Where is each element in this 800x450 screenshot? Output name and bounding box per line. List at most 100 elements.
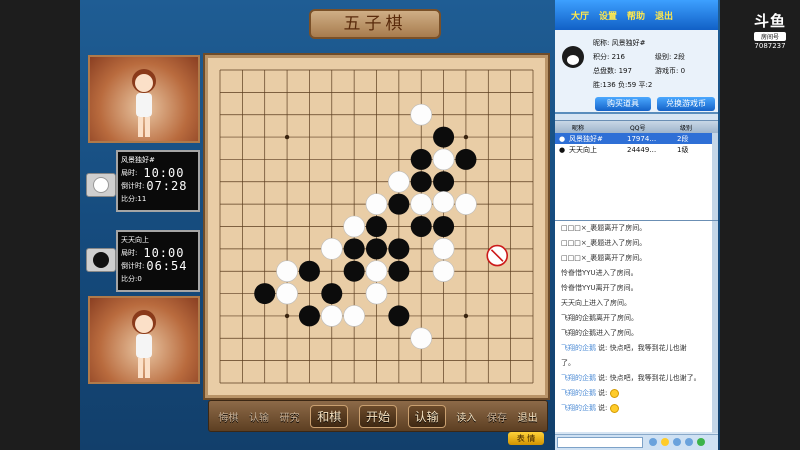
chat-text: 说: (598, 404, 608, 412)
star-point (463, 313, 469, 319)
black-stone (410, 171, 432, 193)
chat-message: 飞翔的企鹅 说: (555, 401, 718, 416)
black-stone (433, 215, 455, 238)
gomoku-board[interactable] (205, 55, 548, 398)
buy-items-button[interactable]: 购买道具 (595, 97, 651, 111)
chat-message: 飞翔的企鹅 说: 快点吧，我等到花儿也谢了。 (555, 371, 718, 386)
resign-button-left[interactable]: 认输 (249, 409, 269, 424)
white-stone (455, 193, 477, 215)
black-stone (388, 260, 410, 282)
exit-button[interactable]: 退出 (518, 409, 538, 424)
player1-countdown-label: 倒计时: (121, 182, 145, 190)
chat-message: □□□×_裹题进入了房间。 (555, 236, 718, 251)
smiley-icon[interactable] (661, 438, 669, 446)
menu-help[interactable]: 帮助 (627, 9, 645, 22)
user-list-scrollbar[interactable] (712, 133, 718, 223)
black-stone (298, 305, 320, 327)
game-title: 五子棋 (309, 9, 441, 39)
black-stone (254, 283, 276, 305)
player1-score: 11 (137, 195, 147, 203)
draw-button[interactable]: 和棋 (310, 404, 349, 428)
start-button[interactable]: 开始 (358, 404, 397, 428)
player1-info: 风景独好# 局时: 10:00 倒计时: 07:28 比分: 11 (116, 150, 200, 212)
chat-scrollbar[interactable] (712, 221, 718, 433)
nick-label: 昵称: (593, 39, 610, 47)
chat-nick[interactable]: 飞翔的企鹅 (561, 404, 596, 412)
black-stone (388, 305, 410, 327)
white-stone (320, 305, 343, 327)
resign-button[interactable]: 认输 (407, 404, 446, 428)
player1-score-label: 比分: (121, 195, 138, 203)
user-row[interactable]: ● 天天向上 24449… 1级 (555, 144, 718, 155)
user-row[interactable]: ● 风景独好# 17974… 2段 (555, 133, 718, 144)
games-value: 197 (618, 67, 632, 75)
user-name: 风景独好# (569, 134, 603, 143)
black-stone (298, 260, 320, 282)
menu-settings[interactable]: 设置 (599, 9, 617, 22)
study-button[interactable]: 研究 (280, 409, 300, 424)
image-icon[interactable] (673, 438, 681, 446)
white-stone (432, 148, 455, 171)
player2-time-label: 局时: (121, 249, 138, 257)
save-button[interactable]: 保存 (487, 409, 507, 424)
draws-value: 2 (647, 81, 653, 89)
player2-countdown: 06:54 (146, 259, 188, 273)
chat-text: 了。 (561, 359, 575, 367)
col-nick[interactable]: 昵称 (569, 123, 627, 132)
chat-text: 飞翔的企鹅离开了房间。 (561, 314, 638, 322)
chat-message: 怜眷惜YYU进入了房间。 (555, 266, 718, 281)
chat-input[interactable] (557, 437, 643, 448)
user-list-header: 昵称 QQ号 级别 (555, 121, 718, 133)
points-value: 216 (611, 53, 625, 61)
black-stone (365, 238, 388, 260)
col-level[interactable]: 级别 (677, 123, 711, 132)
white-stone (320, 238, 343, 260)
level-value: 2段 (673, 53, 686, 61)
white-stone (365, 193, 388, 215)
user-level: 1级 (677, 145, 689, 154)
clear-icon[interactable] (685, 438, 693, 446)
chat-message: □□□×_裹题离开了房间。 (555, 251, 718, 266)
coins-label: 游戏币: (655, 67, 679, 75)
chat-nick[interactable]: 飞翔的企鹅 (561, 374, 596, 382)
chat-text: 说: 快点吧，我等到花儿也谢了。 (598, 374, 701, 382)
col-qq[interactable]: QQ号 (627, 123, 677, 132)
undo-button[interactable]: 悔棋 (218, 409, 238, 424)
load-button[interactable]: 读入 (456, 409, 476, 424)
draws-label: 平: (638, 81, 648, 89)
white-stone (432, 238, 455, 260)
chat-nick[interactable]: 飞翔的企鹅 (561, 344, 596, 352)
send-icon[interactable] (697, 438, 705, 446)
chat-message: 飞翔的企鹅进入了房间。 (555, 326, 718, 341)
player2-countdown-label: 倒计时: (121, 262, 145, 270)
font-icon[interactable] (649, 438, 657, 446)
menu-lobby[interactable]: 大厅 (571, 9, 589, 22)
black-stone (410, 215, 432, 238)
girl-avatar-icon (132, 69, 156, 137)
points-label: 积分: (593, 53, 610, 61)
player2-stone-badge (86, 248, 116, 272)
exchange-coins-button[interactable]: 兑换游戏币 (657, 97, 715, 111)
chat-input-bar (555, 434, 718, 450)
player2-score-label: 比分: (121, 275, 138, 283)
star-point (463, 134, 469, 140)
user-list: 昵称 QQ号 级别 ● 风景独好# 17974… 2段 ● 天天向上 24449… (555, 120, 718, 223)
chat-text: □□□×_裹题进入了房间。 (561, 239, 647, 247)
chat-message: 飞翔的企鹅 说: 快点吧，我等到花儿也谢 (555, 341, 718, 356)
player1-stone-badge (86, 173, 116, 197)
douyu-logo: 斗鱼 (753, 12, 786, 30)
menu-exit[interactable]: 退出 (655, 9, 673, 22)
white-stone (410, 327, 433, 350)
chat-message: 了。 (555, 356, 718, 371)
chat-log: □□□×_裹题离开了房间。 □□□×_裹题进入了房间。 □□□×_裹题离开了房间。怜… (555, 220, 718, 433)
black-stone (388, 193, 410, 215)
user-name: 天天向上 (569, 145, 597, 154)
losses-label: 负: (617, 81, 628, 89)
emoji-button[interactable]: 表 情 (508, 432, 544, 445)
player2-score: 0 (137, 275, 142, 283)
player2-info: 天天向上 局时: 10:00 倒计时: 06:54 比分: 0 (116, 230, 200, 292)
board-grid[interactable] (208, 58, 545, 395)
black-stone (433, 126, 455, 148)
white-stone (343, 215, 365, 238)
chat-nick[interactable]: 飞翔的企鹅 (561, 389, 596, 397)
